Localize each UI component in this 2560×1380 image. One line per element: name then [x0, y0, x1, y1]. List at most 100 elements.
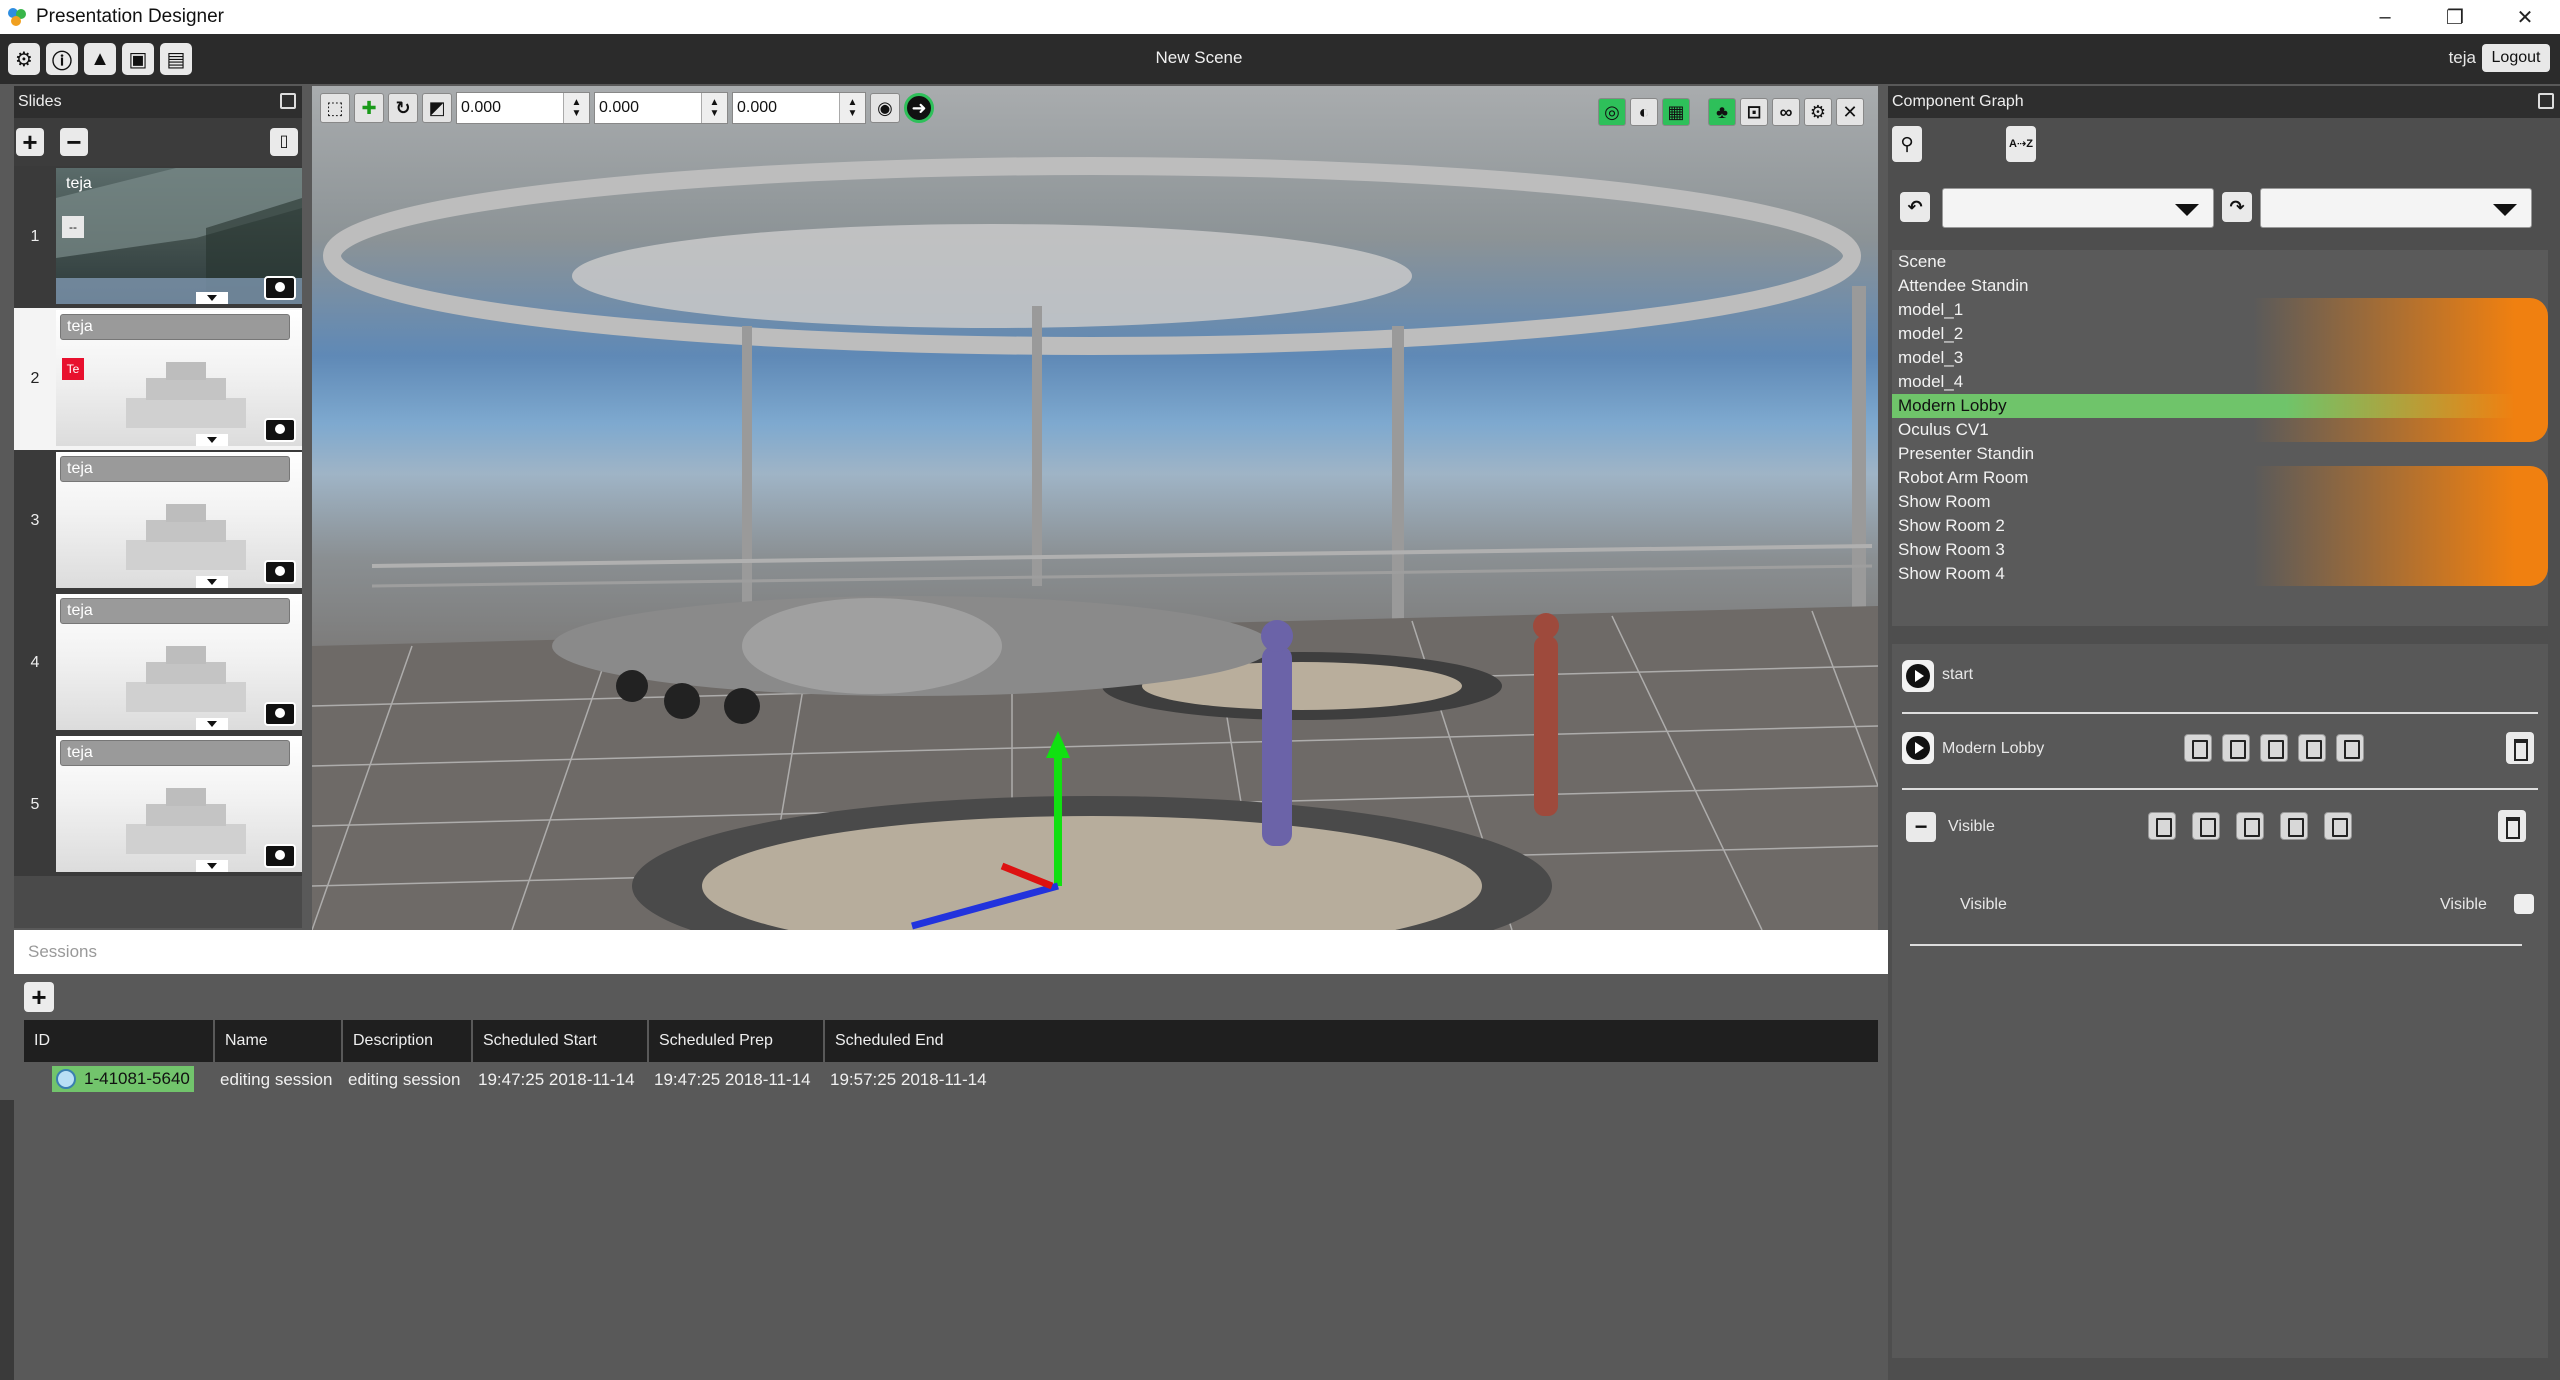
undock-icon[interactable]: [2538, 93, 2554, 109]
clipboard-icon[interactable]: ▯: [270, 128, 298, 156]
add-child-icon[interactable]: [2222, 734, 2250, 762]
slide-item[interactable]: 3 teja: [14, 450, 302, 592]
slide-dropdown-button[interactable]: [196, 434, 228, 446]
add-above-icon[interactable]: [2148, 812, 2176, 840]
grid-floor-icon[interactable]: ▦: [1662, 98, 1690, 126]
component-item[interactable]: Robot Arm Room: [1892, 466, 2548, 490]
close-icon[interactable]: ✕: [1836, 98, 1864, 126]
column-header-id[interactable]: ID: [24, 1020, 215, 1062]
slide-name-field[interactable]: teja: [60, 172, 290, 198]
tree-icon[interactable]: ♣: [1708, 98, 1736, 126]
remove-slide-button[interactable]: −: [60, 128, 88, 156]
component-item[interactable]: Show Room: [1892, 490, 2548, 514]
settings-icon[interactable]: ⚙: [1804, 98, 1832, 126]
slide-name-field[interactable]: teja: [60, 314, 290, 340]
z-spinner-icon[interactable]: ▲ ▼: [839, 93, 865, 123]
slide-thumbnail[interactable]: teja --: [56, 168, 302, 304]
slide-item[interactable]: 4 teja: [14, 592, 302, 734]
add-above-icon[interactable]: [2184, 734, 2212, 762]
slide-thumbnail[interactable]: teja: [56, 594, 302, 730]
column-header-name[interactable]: Name: [214, 1020, 343, 1062]
logout-button[interactable]: Logout: [2482, 44, 2550, 72]
copy-icon[interactable]: [2336, 734, 2364, 762]
component-item[interactable]: Show Room 3: [1892, 538, 2548, 562]
copy-icon[interactable]: [2324, 812, 2352, 840]
add-below-icon[interactable]: [2260, 734, 2288, 762]
lock-icon[interactable]: ⊡: [1740, 98, 1768, 126]
slide-item[interactable]: 2 teja Te: [14, 308, 302, 450]
component-item[interactable]: Oculus CV1: [1892, 418, 2548, 442]
play-start-icon[interactable]: [1902, 660, 1934, 692]
maximize-button[interactable]: ❐: [2420, 0, 2490, 34]
sort-az-button[interactable]: A⇢Z: [2006, 126, 2036, 162]
session-radio[interactable]: [56, 1069, 76, 1089]
globe-icon[interactable]: ◉: [870, 93, 900, 123]
slide-dropdown-button[interactable]: [196, 292, 228, 304]
import-icon[interactable]: [2280, 812, 2308, 840]
column-header-scheduled-prep[interactable]: Scheduled Prep: [648, 1020, 825, 1062]
slide-dropdown-button[interactable]: [196, 860, 228, 872]
camera-view-icon[interactable]: ◎: [1598, 98, 1626, 126]
component-item[interactable]: model_1: [1892, 298, 2548, 322]
camera-icon[interactable]: [264, 418, 296, 442]
speed-gauge-icon[interactable]: ➜: [904, 93, 934, 123]
add-child-icon[interactable]: [2192, 812, 2220, 840]
move-tool-icon[interactable]: ✚: [354, 93, 384, 123]
component-item[interactable]: model_2: [1892, 322, 2548, 346]
camera-icon[interactable]: [264, 702, 296, 726]
add-session-button[interactable]: +: [24, 982, 54, 1012]
column-header-scheduled-end[interactable]: Scheduled End: [824, 1020, 1880, 1062]
y-coordinate-input[interactable]: 0.000 ▲ ▼: [594, 92, 728, 124]
table-row[interactable]: 1-41081-5640 editing session editing ses…: [24, 1062, 1879, 1098]
camera-icon[interactable]: [264, 560, 296, 584]
collapse-button[interactable]: −: [1906, 812, 1936, 842]
slide-name-field[interactable]: teja: [60, 456, 290, 482]
undock-icon[interactable]: [280, 93, 296, 109]
select-tool-icon[interactable]: ⬚: [320, 93, 350, 123]
y-spinner-icon[interactable]: ▲ ▼: [701, 93, 727, 123]
undo-icon[interactable]: ↶: [1900, 192, 1930, 222]
delete-component-icon[interactable]: [2506, 732, 2534, 764]
import-icon[interactable]: [2298, 734, 2326, 762]
scene-viewport[interactable]: ⬚ ✚ ↻ ◩ 0.000 ▲ ▼ 0.000 ▲ ▼ 0.000 ▲ ▼ ◉ ➜ ◎…: [312, 86, 1878, 930]
minimize-button[interactable]: –: [2350, 0, 2420, 34]
camera-icon[interactable]: [264, 276, 296, 300]
play-component-icon[interactable]: [1902, 732, 1934, 764]
component-item[interactable]: Presenter Standin: [1892, 442, 2548, 466]
x-coordinate-input[interactable]: 0.000 ▲ ▼: [456, 92, 590, 124]
component-item[interactable]: Show Room 2: [1892, 514, 2548, 538]
add-below-icon[interactable]: [2236, 812, 2264, 840]
vr-glasses-icon[interactable]: ∞: [1772, 98, 1800, 126]
component-item[interactable]: model_3: [1892, 346, 2548, 370]
hierarchy-icon[interactable]: ⚲: [1892, 126, 1922, 162]
slide-dropdown-button[interactable]: [196, 718, 228, 730]
close-window-button[interactable]: ✕: [2490, 0, 2560, 34]
component-item[interactable]: model_4: [1892, 370, 2548, 394]
headset-icon[interactable]: ◐: [1630, 98, 1658, 126]
slide-dropdown-button[interactable]: [196, 576, 228, 588]
column-header-scheduled-start[interactable]: Scheduled Start: [472, 1020, 649, 1062]
z-coordinate-input[interactable]: 0.000 ▲ ▼: [732, 92, 866, 124]
component-item-selected[interactable]: Modern Lobby: [1892, 394, 2548, 418]
slide-item[interactable]: 5 teja: [14, 734, 302, 876]
undo-history-dropdown[interactable]: [1942, 188, 2214, 228]
slide-thumbnail[interactable]: teja: [56, 736, 302, 872]
slide-thumbnail[interactable]: teja Te: [56, 310, 302, 446]
visible-checkbox[interactable]: [2514, 894, 2534, 914]
scale-tool-icon[interactable]: ◩: [422, 93, 452, 123]
slide-item[interactable]: 1 teja --: [14, 166, 302, 308]
rotate-tool-icon[interactable]: ↻: [388, 93, 418, 123]
column-header-description[interactable]: Description: [342, 1020, 473, 1062]
slide-thumbnail[interactable]: teja: [56, 452, 302, 588]
slide-name-field[interactable]: teja: [60, 740, 290, 766]
redo-icon[interactable]: ↷: [2222, 192, 2252, 222]
session-id-cell[interactable]: 1-41081-5640: [52, 1066, 194, 1092]
x-spinner-icon[interactable]: ▲ ▼: [563, 93, 589, 123]
component-item[interactable]: Attendee Standin: [1892, 274, 2548, 298]
slide-name-field[interactable]: teja: [60, 598, 290, 624]
component-item[interactable]: Show Room 4: [1892, 562, 2548, 586]
add-slide-button[interactable]: +: [16, 128, 44, 156]
delete-property-icon[interactable]: [2498, 810, 2526, 842]
camera-icon[interactable]: [264, 844, 296, 868]
redo-history-dropdown[interactable]: [2260, 188, 2532, 228]
